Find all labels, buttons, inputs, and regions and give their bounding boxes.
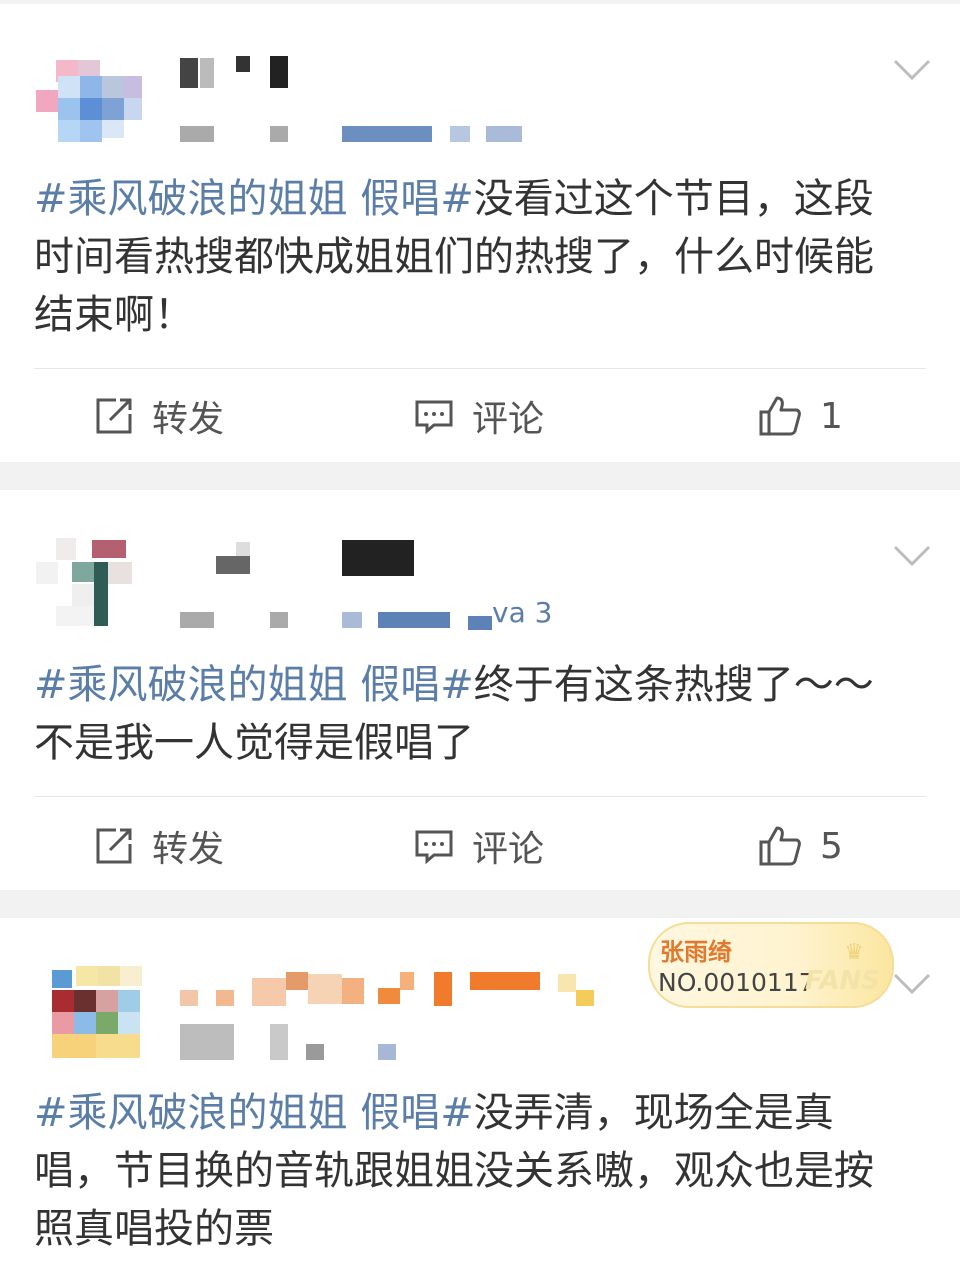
post-text: #乘风破浪的姐姐 假唱#没弄清，现场全是真 唱，节目换的音轨跟姐姐没关系嗷，观众…: [34, 1090, 874, 1252]
post-card: #乘风破浪的姐姐 假唱#没看过这个节目，这段 时间看热搜都快成姐姐们的热搜了，什…: [0, 4, 960, 462]
username-mosaic[interactable]: [0, 490, 960, 650]
repost-icon: [96, 828, 132, 864]
topic-link[interactable]: #乘风破浪的姐姐 假唱#: [34, 662, 474, 708]
username-mosaic[interactable]: [0, 4, 960, 164]
comment-icon: [415, 400, 453, 435]
comment-button[interactable]: 评论: [414, 386, 544, 446]
action-bar: 转发 评论 1: [0, 386, 960, 446]
topic-link[interactable]: #乘风破浪的姐姐 假唱#: [34, 176, 474, 222]
like-button[interactable]: 5: [758, 816, 843, 876]
like-count: 5: [820, 825, 843, 867]
chevron-down-icon[interactable]: [892, 56, 932, 84]
comment-button[interactable]: 评论: [414, 816, 544, 876]
fan-badge-name: 张雨绮: [660, 938, 732, 966]
post-card: va 3 #乘风破浪的姐姐 假唱#终于有这条热搜了～～ 不是我一人觉得是假唱了 …: [0, 490, 960, 890]
repost-icon: [96, 398, 132, 434]
fan-badge-label: FANS: [804, 966, 880, 996]
repost-button[interactable]: 转发: [94, 816, 224, 876]
post-text: #乘风破浪的姐姐 假唱#没看过这个节目，这段 时间看热搜都快成姐姐们的热搜了，什…: [34, 176, 874, 338]
repost-button[interactable]: 转发: [94, 386, 224, 446]
chevron-down-icon[interactable]: [892, 970, 932, 998]
thumbs-up-icon: [759, 826, 801, 866]
thumbs-up-icon: [759, 396, 801, 436]
comment-label: 评论: [472, 399, 545, 440]
chevron-down-icon[interactable]: [892, 542, 932, 570]
action-bar: 转发 评论 5: [0, 816, 960, 876]
user-level: va 3: [492, 596, 553, 629]
like-button[interactable]: 1: [758, 386, 843, 446]
topic-link[interactable]: #乘风破浪的姐姐 假唱#: [34, 1090, 474, 1136]
divider: [34, 796, 926, 797]
divider: [34, 368, 926, 369]
comment-icon: [415, 830, 453, 865]
repost-label: 转发: [152, 399, 225, 440]
fan-badge[interactable]: 张雨绮 ♛ NO.0010117 FANS: [648, 922, 894, 1008]
comment-label: 评论: [472, 829, 545, 870]
crown-icon: ♛: [844, 940, 864, 965]
post-card: 张雨绮 ♛ NO.0010117 FANS #乘风破浪的姐姐 假唱#没弄清，现场…: [0, 918, 960, 1279]
fan-badge-number: NO.0010117: [658, 968, 815, 997]
post-text: #乘风破浪的姐姐 假唱#终于有这条热搜了～～ 不是我一人觉得是假唱了: [34, 662, 874, 766]
repost-label: 转发: [152, 829, 225, 870]
like-count: 1: [820, 395, 843, 437]
